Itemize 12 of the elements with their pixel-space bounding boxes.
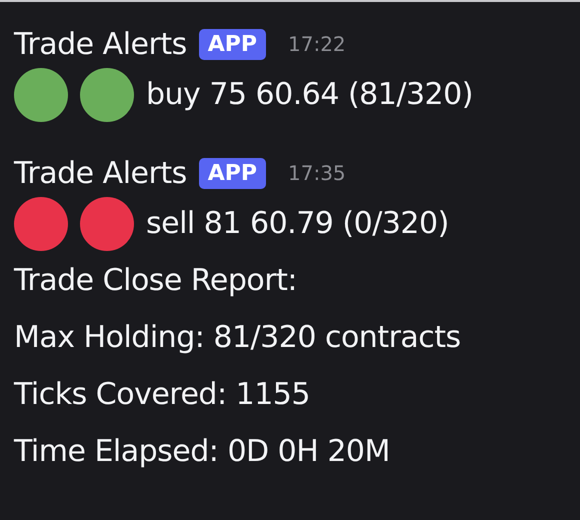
message-time: 17:35 [288, 161, 346, 185]
bot-name: Trade Alerts [14, 156, 187, 190]
app-tag: APP [198, 158, 266, 188]
trade-signal-text: buy 75 60.64 (81/320) [146, 77, 473, 112]
report-line: Time Elapsed: 0D 0H 20M [14, 434, 390, 469]
message-time: 17:22 [288, 32, 346, 56]
report-line: Ticks Covered: 1155 [14, 377, 310, 412]
bot-name: Trade Alerts [14, 26, 187, 62]
trade-signal-text: sell 81 60.79 (0/320) [146, 206, 449, 241]
report-line: Trade Close Report: [14, 263, 297, 298]
app-tag: APP [198, 28, 266, 60]
report-line: Max Holding: 81/320 contracts [14, 320, 461, 355]
